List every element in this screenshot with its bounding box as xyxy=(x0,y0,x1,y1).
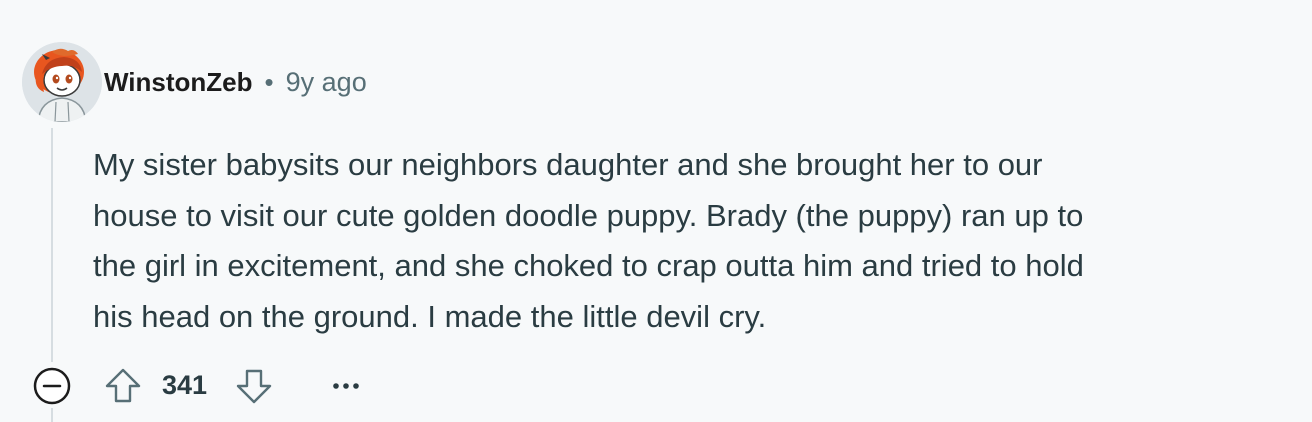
vote-score: 341 xyxy=(162,370,208,400)
comment-line: the girl in excitement, and she choked t… xyxy=(93,248,1084,283)
comment-line: My sister babysits our neighbors daughte… xyxy=(93,147,1043,182)
more-horizontal-icon xyxy=(333,383,359,389)
arrow-up-outline-icon xyxy=(105,368,141,403)
snoo-avatar-icon xyxy=(22,42,102,122)
comment-body: My sister babysits our neighbors daughte… xyxy=(93,140,1293,342)
comment-age[interactable]: 9y ago xyxy=(286,67,367,98)
author-username[interactable]: WinstonZeb xyxy=(104,67,253,98)
comment-header: WinstonZeb • 9y ago xyxy=(104,64,367,100)
thread-line-continuation[interactable] xyxy=(51,408,53,422)
meta-separator: • xyxy=(264,66,274,97)
avatar[interactable] xyxy=(22,42,102,122)
comment-line: house to visit our cute golden doodle pu… xyxy=(93,197,1084,233)
more-options-button[interactable] xyxy=(326,368,366,404)
thread-line[interactable] xyxy=(51,128,53,362)
arrow-down-outline-icon xyxy=(236,369,272,404)
collapse-thread-button[interactable] xyxy=(32,366,72,406)
comment-line: his head on the ground. I made the littl… xyxy=(93,298,767,334)
downvote-button[interactable] xyxy=(233,365,275,407)
upvote-button[interactable] xyxy=(102,365,144,407)
minus-circle-icon xyxy=(33,367,71,405)
comment-action-bar: 341 xyxy=(0,362,420,410)
